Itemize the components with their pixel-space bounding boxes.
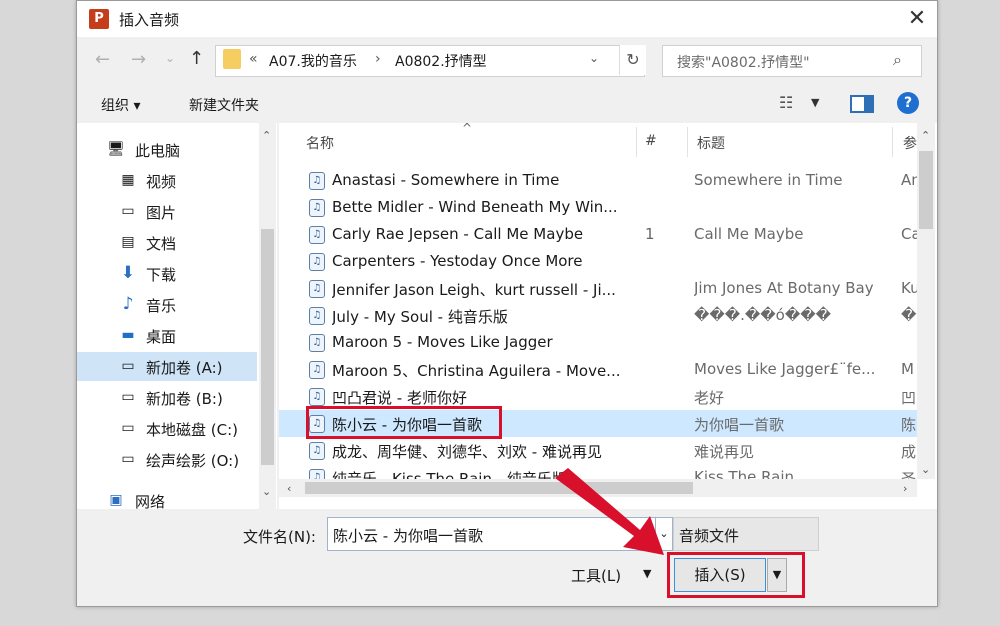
annotation-arrow <box>555 468 664 555</box>
red-arrow-icon <box>555 468 664 555</box>
